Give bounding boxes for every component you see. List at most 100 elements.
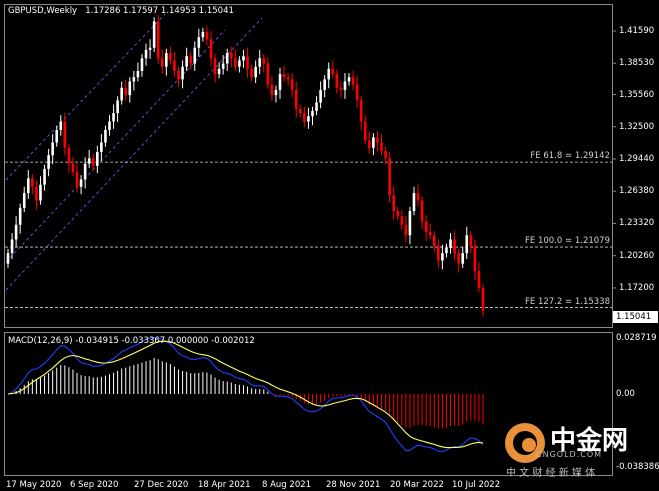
price-tick-label: 1.26380 [619, 186, 655, 197]
price-tick-label: 1.41590 [619, 26, 655, 36]
candle-body [148, 47, 152, 50]
candle-body [96, 152, 99, 166]
candle-body [303, 113, 306, 122]
candle-body [368, 140, 371, 148]
price-tick-label: 1.29440 [619, 153, 655, 164]
fibonacci-lines [5, 161, 612, 308]
candle-body [384, 150, 387, 159]
candle-body [400, 216, 404, 225]
channel-middle-line [5, 29, 226, 263]
candle-body [169, 53, 172, 61]
candle-body [323, 79, 326, 90]
candle-body [193, 47, 197, 64]
candle-body [213, 58, 217, 75]
cngold-watermark: 中金网 CNGOLD.COM 中 文 财 经 新 媒 体 [498, 418, 658, 479]
channel-upper-line [5, 13, 166, 181]
candle-body [128, 81, 132, 96]
price-tick-label: 1.38530 [619, 58, 655, 69]
candle-body [359, 100, 363, 122]
candle-body [116, 100, 119, 114]
candle-body [441, 253, 444, 261]
candle-body [465, 235, 469, 254]
price-candles [6, 15, 485, 317]
price-tick-label: 1.35560 [619, 89, 655, 100]
candle-body [380, 142, 383, 151]
candle-body [473, 245, 477, 272]
candle-body [51, 142, 54, 156]
time-axis-label: 10 Jul 2022 [452, 480, 501, 490]
candle-body [104, 129, 107, 143]
candle-body [363, 121, 367, 141]
time-axis-label: 18 Apr 2021 [198, 480, 251, 490]
candle-body [173, 60, 176, 71]
macd-histogram [11, 357, 484, 429]
candle-body [14, 224, 18, 240]
candle-body [87, 158, 91, 164]
candle-body [258, 58, 262, 67]
candle-body [343, 81, 347, 90]
time-axis-label: 27 Dec 2020 [134, 480, 189, 490]
candle-body [311, 110, 314, 117]
candle-body [124, 87, 128, 96]
candle-body [39, 184, 42, 201]
candle-body [181, 66, 184, 80]
candle-body [238, 60, 241, 67]
candle-body [242, 56, 245, 61]
candle-body [229, 53, 233, 59]
candle-body [18, 207, 22, 225]
candle-body [91, 158, 95, 166]
candle-body [234, 58, 237, 67]
candle-body [79, 179, 83, 187]
candle-body [392, 195, 395, 212]
macd-tick-top: 0.028719 [616, 333, 657, 343]
price-tick-label: 1.20260 [619, 250, 655, 261]
candle-body [461, 253, 465, 264]
candle-body [100, 142, 103, 153]
candle-body [449, 239, 452, 248]
candle-body [274, 89, 278, 96]
candle-body [43, 168, 46, 185]
candle-body [412, 193, 416, 212]
time-axis-label: 8 Aug 2021 [262, 480, 312, 490]
candle-body [351, 77, 355, 85]
symbol-label: GBPUSD,Weekly [8, 6, 78, 16]
candle-body [197, 37, 201, 48]
candle-body [372, 137, 375, 148]
candle-body [420, 200, 424, 222]
candle-body [35, 186, 38, 201]
candle-body [221, 63, 225, 69]
candle-body [67, 147, 71, 164]
fibonacci-label: FE 127.2 = 1.15338 [525, 296, 610, 307]
candle-body [250, 68, 253, 78]
candle-body [26, 178, 30, 194]
candle-body [152, 21, 156, 48]
candle-body [286, 77, 290, 80]
candle-body [10, 239, 14, 254]
candle-body [428, 232, 432, 236]
candle-body [416, 193, 420, 201]
time-axis-label: 6 Sep 2020 [70, 480, 119, 490]
price-tick-label: 1.17200 [619, 282, 655, 293]
macd-tick-zero: 0.00 [616, 389, 635, 399]
watermark-tagline: 中 文 财 经 新 媒 体 [506, 468, 596, 479]
candle-body [388, 158, 391, 196]
candle-body [47, 155, 50, 169]
candle-body [31, 178, 34, 187]
macd-line [7, 337, 484, 453]
candle-body [424, 221, 428, 233]
candle-body [108, 121, 111, 130]
candle-body [136, 70, 140, 78]
candle-body [315, 102, 318, 111]
candle-body [408, 211, 412, 236]
candle-body [144, 49, 148, 59]
candle-body [347, 77, 351, 82]
time-axis-label: 28 Nov 2021 [326, 480, 381, 490]
candle-body [282, 74, 286, 78]
candle-body [55, 129, 59, 143]
candle-body [453, 239, 456, 254]
fibonacci-label: FE 61.8 = 1.29142 [530, 151, 610, 162]
candle-body [83, 163, 87, 180]
candle-body [294, 89, 298, 109]
candle-body [404, 224, 408, 236]
candle-body [59, 121, 63, 130]
